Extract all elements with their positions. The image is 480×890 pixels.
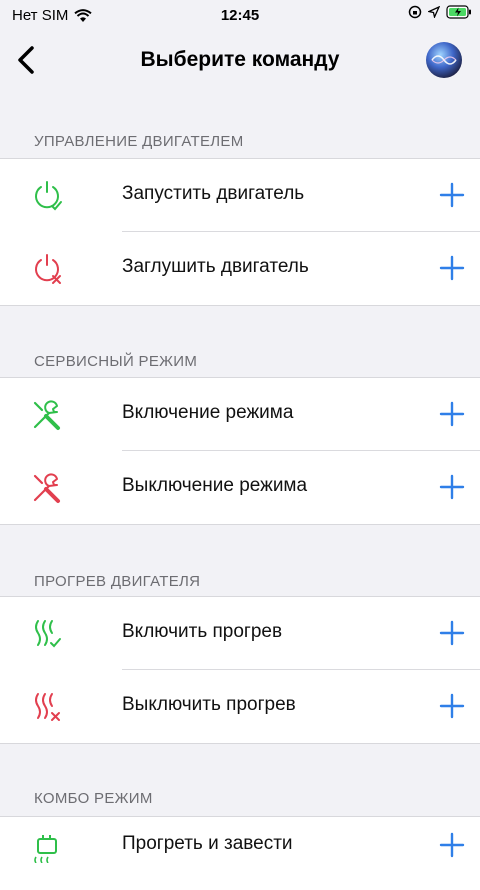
row-disable-service-mode[interactable]: Выключение режима — [0, 451, 480, 524]
location-icon — [428, 6, 440, 18]
section-header-engine-control: УПРАВЛЕНИЕ ДВИГАТЕЛЕМ — [34, 133, 244, 150]
row-label: Запустить двигатель — [122, 183, 305, 204]
status-indicators — [408, 5, 472, 19]
orientation-lock-icon — [408, 5, 422, 19]
add-icon[interactable] — [438, 397, 466, 431]
row-label: Выключить прогрев — [122, 694, 296, 715]
row-label: Выключение режима — [122, 475, 308, 496]
navigation-bar: Выберите команду — [0, 30, 480, 92]
group-engine-heating: Включить прогрев Выключить прогрев — [0, 596, 480, 744]
add-icon[interactable] — [438, 689, 466, 723]
row-label: Заглушить двигатель — [122, 256, 309, 277]
tools-icon — [33, 473, 60, 503]
add-icon[interactable] — [438, 251, 466, 285]
section-header-engine-heating: ПРОГРЕВ ДВИГАТЕЛЯ — [34, 573, 201, 590]
row-label: Прогреть и завести — [122, 833, 293, 854]
tools-icon — [33, 400, 60, 430]
row-start-engine[interactable]: Запустить двигатель — [0, 159, 480, 232]
row-disable-heating[interactable]: Выключить прогрев — [0, 670, 480, 743]
power-cross-icon — [35, 254, 61, 284]
row-stop-engine[interactable]: Заглушить двигатель — [0, 232, 480, 305]
page-title: Выберите команду — [140, 48, 340, 71]
group-combo-mode: Прогреть и завести — [0, 816, 480, 890]
group-service-mode: Включение режима Выключение режима — [0, 377, 480, 525]
add-icon[interactable] — [438, 828, 466, 862]
row-label: Включение режима — [122, 402, 294, 423]
row-heat-and-start[interactable]: Прогреть и завести — [0, 809, 480, 882]
heat-cross-icon — [35, 693, 60, 721]
group-engine-control: Запустить двигатель Заглушить двигатель — [0, 158, 480, 306]
status-bar: Нет SIM 12:45 — [0, 0, 480, 30]
add-icon[interactable] — [438, 616, 466, 650]
row-label: Включить прогрев — [122, 621, 283, 642]
siri-icon[interactable] — [426, 42, 462, 78]
row-enable-service-mode[interactable]: Включение режима — [0, 378, 480, 451]
section-header-combo-mode: КОМБО РЕЖИМ — [34, 790, 153, 807]
heat-check-icon — [35, 620, 61, 648]
add-icon[interactable] — [438, 178, 466, 212]
section-header-service-mode: СЕРВИСНЫЙ РЕЖИМ — [34, 353, 198, 370]
power-check-icon — [35, 181, 62, 211]
add-icon[interactable] — [438, 470, 466, 504]
battery-charging-icon — [446, 5, 471, 19]
row-enable-heating[interactable]: Включить прогрев — [0, 597, 480, 670]
